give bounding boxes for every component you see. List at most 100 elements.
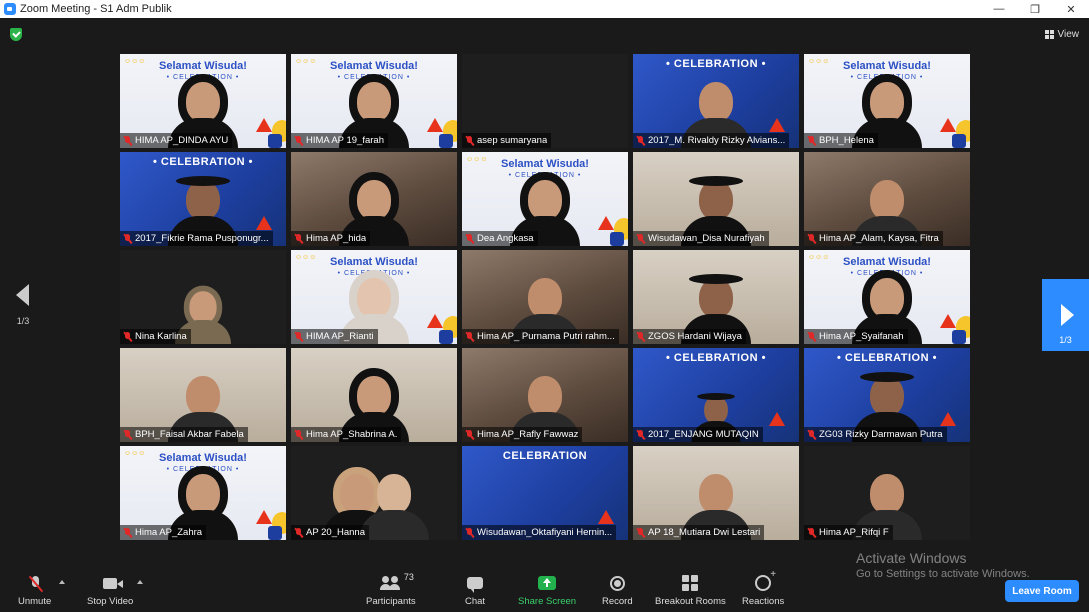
- grid-view-icon: [1044, 29, 1054, 39]
- participant-tile[interactable]: Hima AP_Rafly Fawwaz: [462, 348, 628, 442]
- participant-name-strip: HIMA AP_Rianti: [291, 329, 378, 344]
- audio-options-caret-icon[interactable]: [59, 580, 65, 584]
- virtual-background-celebration: CELEBRATION: [502, 450, 588, 462]
- mic-muted-icon: [636, 429, 645, 440]
- participant-tile[interactable]: AP 20_Hanna: [291, 446, 457, 540]
- chevron-left-icon: [16, 284, 29, 306]
- mic-muted-icon: [123, 233, 132, 244]
- participant-tile[interactable]: asep sumaryana: [462, 54, 628, 148]
- mic-muted-icon: [465, 429, 474, 440]
- record-button[interactable]: Record: [602, 572, 633, 607]
- minimize-button[interactable]: —: [981, 0, 1017, 18]
- participant-name: Dea Angkasa: [477, 233, 534, 244]
- participant-name: HIMA AP_Rianti: [306, 331, 374, 342]
- participant-name: 2017_M. Rivaldy Rizky Alvians...: [648, 135, 786, 146]
- participant-name: BPH_Faisal Akbar Fabela: [135, 429, 244, 440]
- activate-windows-title: Activate Windows: [856, 550, 967, 566]
- participant-tile[interactable]: ☺☺☺ Selamat Wisuda! • CELEBRATION • HIMA AP…: [291, 250, 457, 344]
- participant-tile[interactable]: Hima AP_Rifqi F: [804, 446, 970, 540]
- chat-bubble-icon: [467, 577, 484, 593]
- virtual-background-subtitle: • CELEBRATION •: [850, 270, 924, 277]
- participant-tile[interactable]: Nina Karlina: [120, 250, 286, 344]
- mic-muted-icon: [636, 527, 645, 538]
- participant-name: HIMA AP 19_farah: [306, 135, 384, 146]
- participant-tile[interactable]: Hima AP_hida: [291, 152, 457, 246]
- gallery-grid: ☺☺☺ Selamat Wisuda! • CELEBRATION • HIMA AP…: [120, 54, 970, 544]
- graduation-hat-icon: [697, 393, 735, 400]
- unmute-button[interactable]: Unmute: [18, 572, 51, 607]
- participants-icon: [379, 576, 400, 590]
- graduation-hat-icon: [689, 274, 743, 284]
- video-options-caret-icon[interactable]: [137, 580, 143, 584]
- banner-decoration-shape: [268, 134, 282, 148]
- mic-muted-icon: [294, 429, 303, 440]
- breakout-rooms-label: Breakout Rooms: [655, 596, 726, 607]
- participant-name: Hima AP_hida: [306, 233, 367, 244]
- leave-room-button[interactable]: Leave Room: [1005, 580, 1079, 602]
- participant-name-strip: HIMA AP 19_farah: [291, 133, 388, 148]
- reactions-button[interactable]: Reactions: [742, 569, 784, 607]
- participant-tile[interactable]: CELEBRATION Wisudawan_Oktafiyani Hernin..…: [462, 446, 628, 540]
- participant-tile[interactable]: Wisudawan_Disa Nurafiyah: [633, 152, 799, 246]
- virtual-background-celebration: • CELEBRATION •: [666, 58, 766, 70]
- page-indicator-left: 1/3: [16, 316, 30, 326]
- participants-button[interactable]: 73 Participants: [366, 572, 416, 607]
- participant-tile[interactable]: • CELEBRATION • ZG03 Rizky Darmawan Putra: [804, 348, 970, 442]
- security-shield-icon[interactable]: [10, 28, 22, 41]
- previous-page-button[interactable]: 1/3: [8, 280, 38, 330]
- windows-activation-watermark: Activate Windows Go to Settings to activ…: [856, 550, 1030, 580]
- participant-name-strip: Wisudawan_Oktafiyani Hernin...: [462, 525, 617, 540]
- video-camera-icon: [103, 577, 124, 589]
- participant-name-strip: AP 20_Hanna: [291, 525, 369, 540]
- mic-muted-icon: [636, 331, 645, 342]
- participant-name-strip: Hima AP_hida: [291, 231, 371, 246]
- mic-muted-icon: [465, 331, 474, 342]
- participant-tile[interactable]: Hima AP_Alam, Kaysa, Fitra: [804, 152, 970, 246]
- participants-label: Participants: [366, 596, 416, 607]
- participant-name: Hima AP_Shabrina A.: [306, 429, 398, 440]
- chat-button[interactable]: Chat: [465, 572, 485, 607]
- next-page-button[interactable]: 1/3: [1042, 279, 1089, 351]
- participant-tile[interactable]: ☺☺☺ Selamat Wisuda! • CELEBRATION • Hima AP…: [804, 250, 970, 344]
- banner-decoration-shape: [940, 314, 956, 328]
- participant-name: Hima AP_Alam, Kaysa, Fitra: [819, 233, 939, 244]
- mic-muted-icon: [294, 135, 303, 146]
- mic-muted-icon: [294, 331, 303, 342]
- participant-tile[interactable]: • CELEBRATION • 2017_ENJANG MUTAQIN: [633, 348, 799, 442]
- participant-tile[interactable]: AP 18_Mutiara Dwi Lestari: [633, 446, 799, 540]
- share-screen-button[interactable]: Share Screen: [518, 572, 576, 607]
- banner-decoration-shape: [598, 216, 614, 230]
- participant-tile[interactable]: ☺☺☺ Selamat Wisuda! • CELEBRATION • HIMA AP…: [120, 54, 286, 148]
- participant-tile[interactable]: Hima AP_ Purnama Putri rahm...: [462, 250, 628, 344]
- banner-decoration-shape: [427, 118, 443, 132]
- participant-name-strip: Hima AP_Rifqi F: [804, 525, 893, 540]
- participant-tile[interactable]: ☺☺☺ Selamat Wisuda! • CELEBRATION • Dea Ang…: [462, 152, 628, 246]
- participant-name-strip: Hima AP_Rafly Fawwaz: [462, 427, 583, 442]
- zoom-app-icon: [4, 3, 16, 15]
- participant-tile[interactable]: ☺☺☺ Selamat Wisuda! • CELEBRATION • BPH_Hel…: [804, 54, 970, 148]
- participant-tile[interactable]: BPH_Faisal Akbar Fabela: [120, 348, 286, 442]
- participant-tile[interactable]: • CELEBRATION • 2017_M. Rivaldy Rizky Alv…: [633, 54, 799, 148]
- page-indicator-right: 1/3: [1059, 335, 1072, 345]
- virtual-background-greeting: Selamat Wisuda!: [159, 60, 247, 72]
- banner-decoration-shape: [940, 412, 956, 426]
- stop-video-button[interactable]: Stop Video: [87, 572, 133, 607]
- participant-name-strip: Hima AP_Alam, Kaysa, Fitra: [804, 231, 943, 246]
- view-button[interactable]: View: [1044, 25, 1079, 43]
- window-controls: — ❐ ✕: [981, 0, 1089, 18]
- mic-muted-icon: [123, 429, 132, 440]
- close-button[interactable]: ✕: [1053, 0, 1089, 18]
- mic-muted-icon: [636, 135, 645, 146]
- banner-decoration-shape: [769, 118, 785, 132]
- participant-name-strip: Wisudawan_Disa Nurafiyah: [633, 231, 769, 246]
- breakout-rooms-button[interactable]: Breakout Rooms: [655, 572, 726, 607]
- restore-button[interactable]: ❐: [1017, 0, 1053, 18]
- participant-tile[interactable]: ☺☺☺ Selamat Wisuda! • CELEBRATION • HIMA AP…: [291, 54, 457, 148]
- mic-muted-icon: [807, 233, 816, 244]
- participant-tile[interactable]: • CELEBRATION • 2017_Fikrie Rama Pusponug…: [120, 152, 286, 246]
- participant-tile[interactable]: Hima AP_Shabrina A.: [291, 348, 457, 442]
- mic-muted-icon: [123, 527, 132, 538]
- participant-name: Hima AP_Syaifanah: [819, 331, 904, 342]
- participant-tile[interactable]: ZGOS Hardani Wijaya: [633, 250, 799, 344]
- participant-tile[interactable]: ☺☺☺ Selamat Wisuda! • CELEBRATION • Hima AP…: [120, 446, 286, 540]
